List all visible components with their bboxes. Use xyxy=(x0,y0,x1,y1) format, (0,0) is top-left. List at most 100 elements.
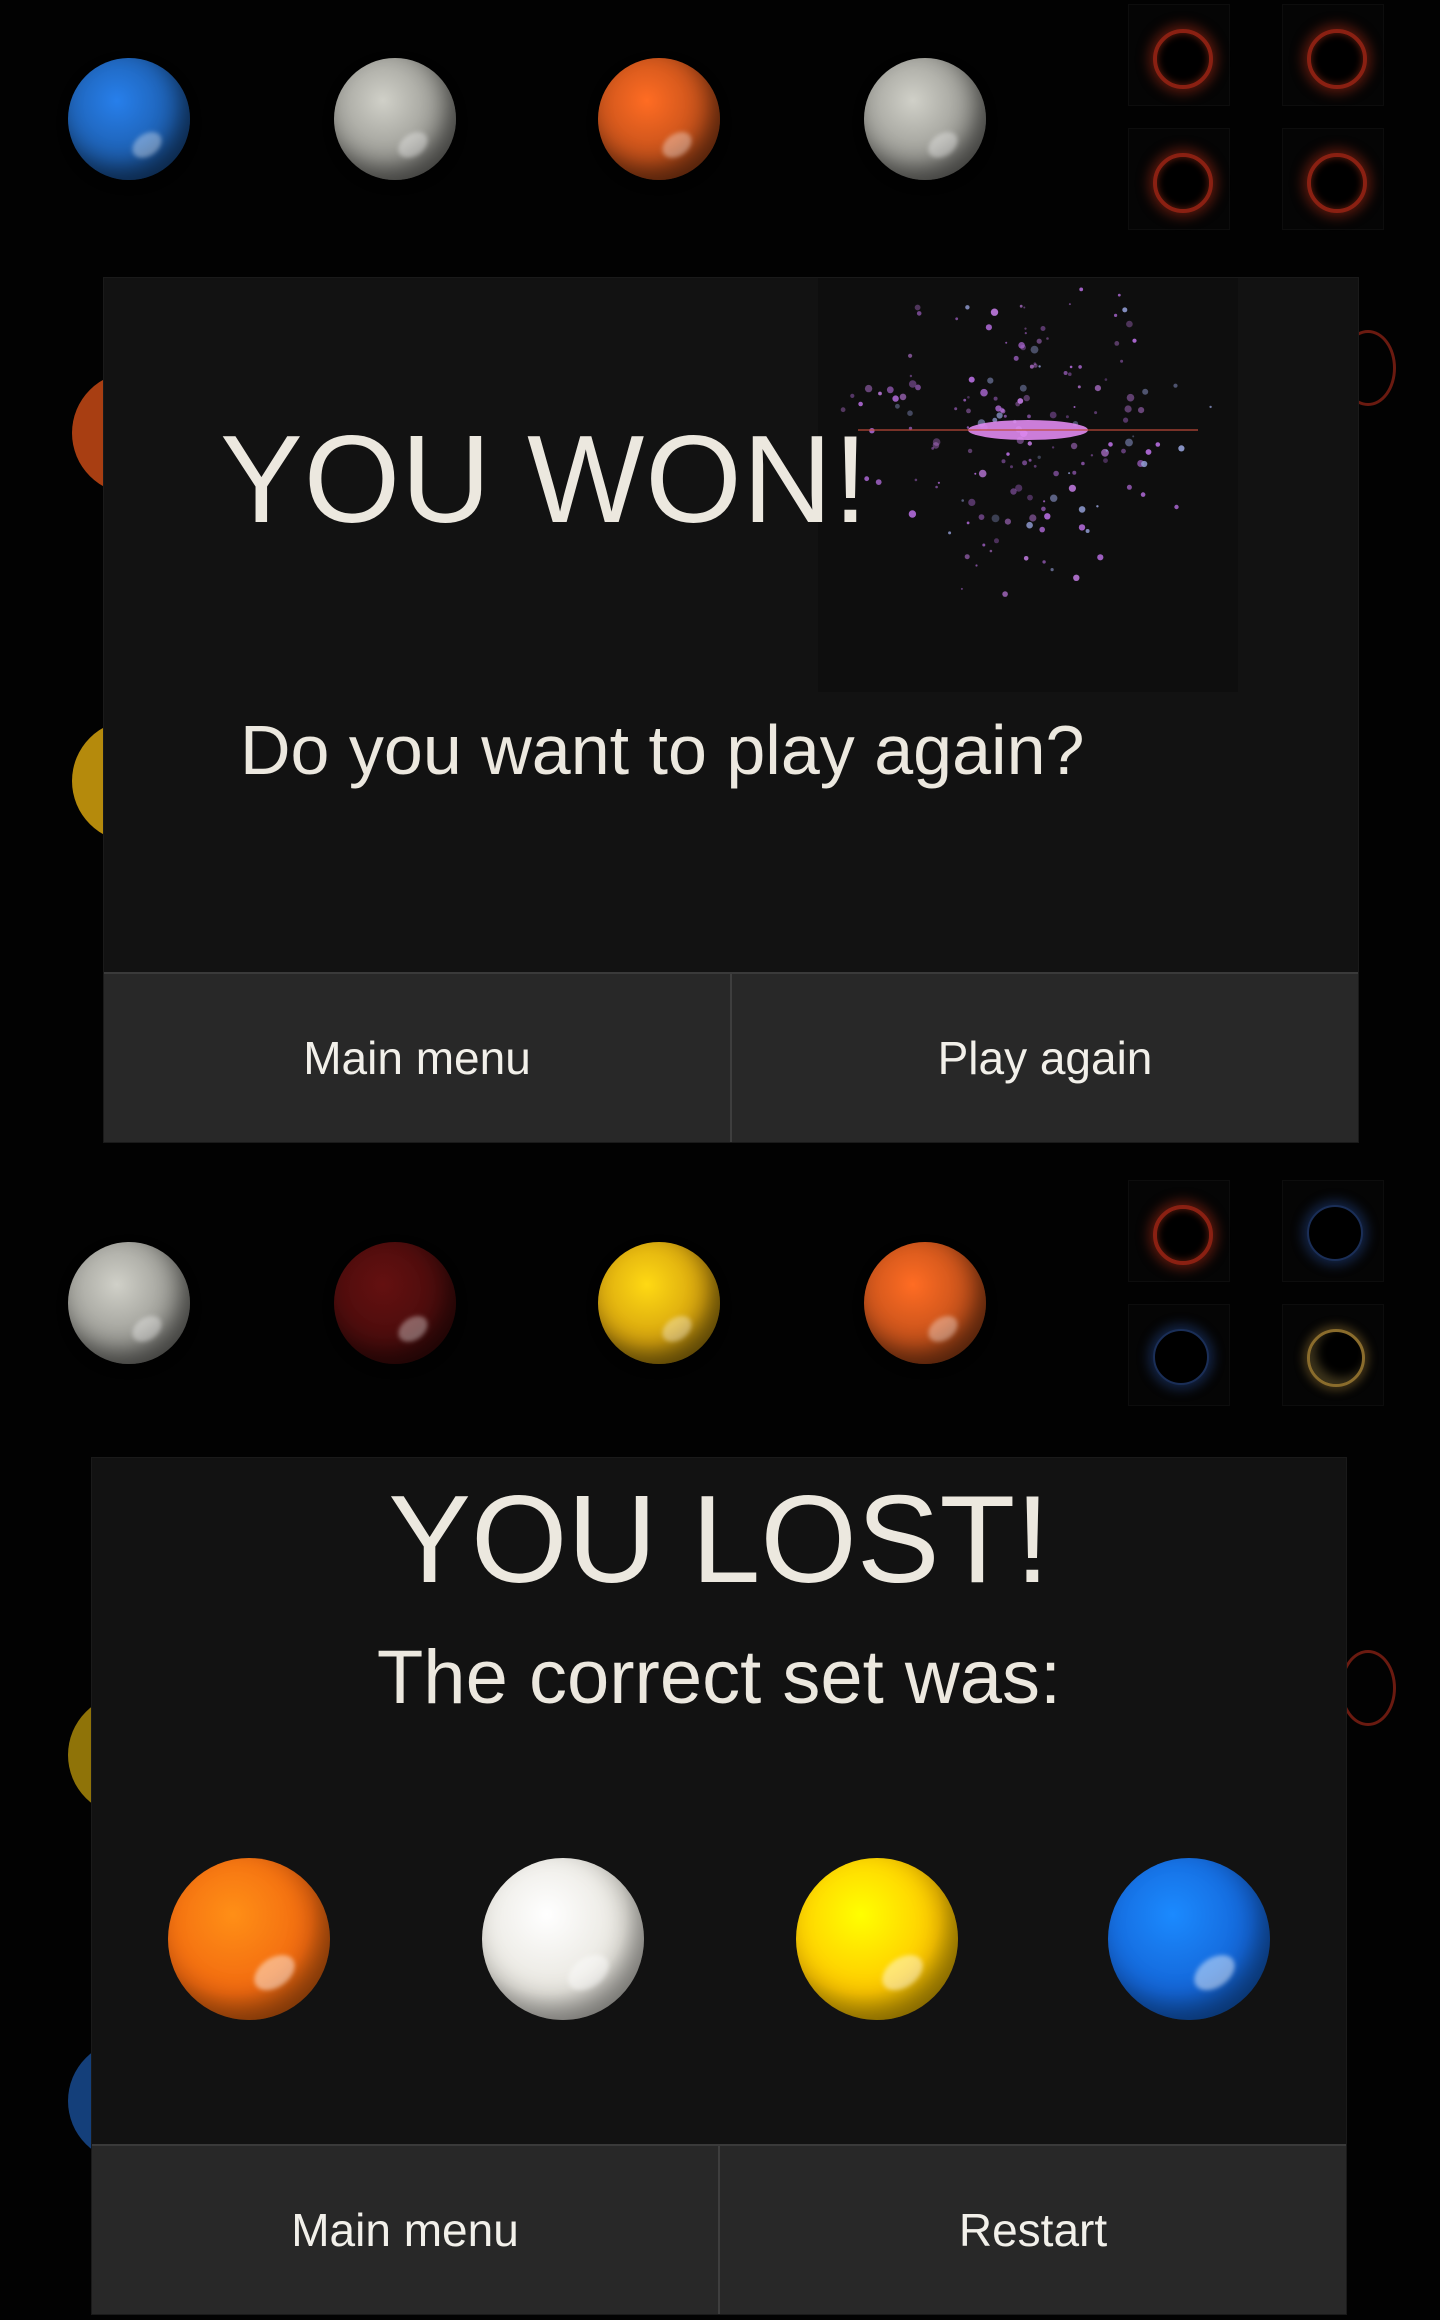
firework-particle xyxy=(1038,365,1041,368)
firework-particle xyxy=(937,481,940,484)
win-dialog: YOU WON! Do you want to play again? Main… xyxy=(104,278,1358,1142)
firework-particle xyxy=(978,469,987,478)
restart-button[interactable]: Restart xyxy=(718,2146,1346,2314)
firework-particle xyxy=(1126,393,1135,402)
firework-particle xyxy=(1138,407,1145,414)
fireworks-particles xyxy=(840,287,1212,597)
firework-particle xyxy=(1042,560,1046,564)
firework-particle xyxy=(993,396,998,401)
firework-particle xyxy=(1125,438,1133,447)
game-screen: YOU WON! Do you want to play again? Main… xyxy=(0,0,1440,2320)
firework-particle xyxy=(1003,414,1007,418)
firework-particle xyxy=(1050,494,1058,502)
firework-particle xyxy=(1073,406,1076,408)
firework-particle xyxy=(916,311,922,316)
firework-particle xyxy=(1019,304,1023,308)
guess-ball[interactable] xyxy=(864,58,986,180)
firework-particle xyxy=(1078,506,1086,513)
firework-particle xyxy=(850,393,855,398)
firework-particle xyxy=(1126,320,1133,328)
lose-dialog-buttons: Main menu Restart xyxy=(92,2144,1346,2314)
firework-particle xyxy=(1145,449,1152,455)
correct-set-label: The correct set was: xyxy=(376,1635,1062,1720)
firework-particle xyxy=(965,305,970,310)
firework-particle xyxy=(914,304,921,311)
firework-particle xyxy=(1040,326,1046,331)
firework-particle xyxy=(1004,518,1011,525)
firework-particle xyxy=(907,410,913,416)
firework-particle xyxy=(1073,574,1080,581)
firework-particle xyxy=(994,538,999,544)
firework-particle xyxy=(1049,411,1057,419)
firework-particle xyxy=(1013,355,1019,361)
firework-particle xyxy=(1097,554,1104,561)
firework-particle xyxy=(1022,460,1028,466)
firework-particle xyxy=(955,317,959,321)
firework-particle xyxy=(1010,465,1013,469)
main-menu-button[interactable]: Main menu xyxy=(104,974,730,1142)
correct-ball xyxy=(796,1858,958,2020)
firework-particle xyxy=(990,308,999,316)
firework-particle xyxy=(1103,458,1108,463)
firework-particle xyxy=(1015,401,1021,407)
feedback-peg-cell xyxy=(1128,4,1230,106)
guess-ball[interactable] xyxy=(334,1242,456,1364)
feedback-peg xyxy=(1153,153,1213,213)
guess-ball[interactable] xyxy=(598,1242,720,1364)
firework-particle xyxy=(914,478,918,482)
guess-ball[interactable] xyxy=(598,58,720,180)
firework-particle xyxy=(966,426,970,429)
firework-particle xyxy=(967,396,970,399)
main-menu-button[interactable]: Main menu xyxy=(92,2146,718,2314)
firework-particle xyxy=(1023,556,1029,561)
firework-particle xyxy=(1068,472,1071,475)
firework-particle xyxy=(1046,337,1049,340)
firework-particle xyxy=(858,401,863,407)
firework-particle xyxy=(1041,506,1046,512)
feedback-peg-cell xyxy=(1282,1304,1384,1406)
feedback-peg-cell xyxy=(1282,1180,1384,1282)
correct-ball xyxy=(168,1858,330,2020)
firework-particle xyxy=(886,386,894,394)
firework-particle xyxy=(1050,568,1054,572)
firework-particle xyxy=(1027,414,1031,419)
firework-particle xyxy=(982,543,986,547)
firework-particle xyxy=(1105,449,1108,452)
firework-particle xyxy=(1029,514,1037,522)
firework-particle xyxy=(968,376,975,383)
firework-particle xyxy=(1019,384,1027,392)
firework-particle xyxy=(1036,338,1042,344)
firework-particle xyxy=(908,380,917,388)
firework-particle xyxy=(1114,313,1118,317)
guess-ball[interactable] xyxy=(864,1242,986,1364)
firework-particle xyxy=(1141,460,1148,468)
fireworks-animation xyxy=(818,278,1238,692)
guess-ball[interactable] xyxy=(68,1242,190,1364)
firework-particle xyxy=(1068,484,1076,492)
firework-particle xyxy=(1090,454,1094,457)
correct-ball xyxy=(482,1858,644,2020)
firework-particle xyxy=(1039,526,1045,533)
firework-particle xyxy=(960,587,963,590)
play-again-button[interactable]: Play again xyxy=(730,974,1358,1142)
firework-particle xyxy=(875,479,882,485)
firework-particle xyxy=(1010,488,1017,495)
firework-particle xyxy=(961,499,964,502)
firework-particle xyxy=(1121,448,1126,454)
firework-particle xyxy=(964,554,970,560)
firework-particle xyxy=(1173,383,1178,388)
feedback-peg xyxy=(1153,1205,1213,1265)
firework-particle xyxy=(895,403,900,409)
firework-particle xyxy=(1018,342,1025,349)
firework-particle xyxy=(1114,341,1120,346)
feedback-peg-cell xyxy=(1128,128,1230,230)
feedback-peg xyxy=(1307,29,1367,89)
firework-particle xyxy=(1030,345,1039,354)
firework-particle xyxy=(932,438,941,446)
guess-ball[interactable] xyxy=(68,58,190,180)
feedback-peg xyxy=(1153,1329,1209,1385)
lose-title: YOU LOST! xyxy=(388,1471,1050,1609)
guess-ball[interactable] xyxy=(334,58,456,180)
firework-particle xyxy=(966,408,971,414)
firework-particle xyxy=(1155,442,1161,447)
